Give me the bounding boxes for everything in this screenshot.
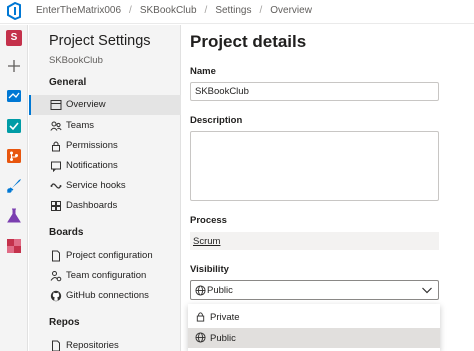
nav-item-label: Project configuration — [66, 250, 153, 261]
nav-item-label: Service hooks — [66, 180, 126, 191]
nav-item-label: Dashboards — [66, 200, 118, 211]
page-title: Project details — [190, 32, 307, 51]
repos-app-icon[interactable] — [5, 147, 23, 165]
test-plans-app-icon[interactable] — [5, 207, 23, 225]
nav-item-overview[interactable]: Overview — [29, 95, 181, 115]
visibility-options-list: Private Public — [188, 304, 440, 351]
nav-item-label: Teams — [66, 120, 94, 131]
nav-item-label: Team configuration — [66, 270, 147, 281]
azure-devops-logo-icon[interactable] — [6, 2, 22, 20]
dashboard-icon — [51, 201, 61, 211]
nav-item-notifications[interactable]: Notifications — [29, 156, 181, 176]
nav-title: Project Settings — [49, 33, 151, 49]
breadcrumb-separator: / — [204, 5, 208, 16]
overview-icon — [50, 100, 62, 110]
boards-app-icon[interactable] — [5, 117, 23, 135]
globe-icon — [195, 285, 206, 296]
breadcrumb-organization[interactable]: EnterTheMatrix006 — [36, 5, 121, 16]
project-avatar[interactable]: S — [6, 30, 22, 46]
document-icon — [52, 250, 60, 262]
overview-app-icon[interactable] — [5, 87, 23, 105]
nav-item-label: Repositories — [66, 340, 119, 351]
lock-icon — [52, 141, 60, 152]
breadcrumb-separator: / — [129, 5, 132, 16]
nav-item-service-hooks[interactable]: Service hooks — [29, 176, 181, 196]
visibility-dropdown[interactable]: Public — [190, 280, 439, 300]
chevron-down-icon — [422, 287, 432, 294]
description-label: Description — [190, 115, 243, 126]
breadcrumb-overview[interactable]: Overview — [270, 5, 312, 16]
globe-icon — [195, 332, 206, 343]
visibility-label: Visibility — [190, 264, 229, 275]
teams-icon — [50, 121, 62, 131]
option-label: Private — [210, 312, 240, 323]
process-label: Process — [190, 215, 227, 226]
service-hooks-icon — [50, 183, 62, 189]
document-icon — [52, 340, 60, 351]
app-rail: S — [0, 25, 28, 351]
breadcrumb: EnterTheMatrix006 / SKBookClub / Settings / Ov… — [36, 5, 312, 16]
lock-icon — [196, 312, 205, 322]
visibility-selected-value: Public — [207, 285, 233, 296]
team-config-icon — [50, 271, 62, 282]
process-field: Scrum — [190, 232, 439, 250]
add-icon[interactable] — [5, 57, 23, 75]
nav-item-github-connections[interactable]: GitHub connections — [29, 286, 181, 306]
github-icon — [50, 290, 62, 302]
nav-item-project-configuration[interactable]: Project configuration — [29, 246, 181, 266]
notification-icon — [51, 161, 61, 172]
breadcrumb-project[interactable]: SKBookClub — [140, 5, 197, 16]
nav-section-boards: Boards — [49, 227, 84, 238]
visibility-option-private[interactable]: Private — [188, 307, 440, 327]
description-field[interactable] — [190, 131, 439, 201]
breadcrumb-separator: / — [259, 5, 263, 16]
nav-item-label: Permissions — [66, 140, 118, 151]
process-link[interactable]: Scrum — [193, 236, 220, 247]
nav-section-repos: Repos — [49, 317, 80, 328]
nav-item-team-configuration[interactable]: Team configuration — [29, 266, 181, 286]
nav-section-general: General — [49, 77, 87, 88]
name-label: Name — [190, 66, 216, 77]
visibility-option-public[interactable]: Public — [188, 328, 440, 348]
main-content: Project details Name SKBookClub Descript… — [182, 25, 474, 351]
breadcrumb-settings[interactable]: Settings — [215, 5, 251, 16]
nav-item-repositories[interactable]: Repositories — [29, 336, 181, 351]
artifacts-app-icon[interactable] — [5, 237, 23, 255]
nav-item-label: Notifications — [66, 160, 118, 171]
nav-project-name: SKBookClub — [49, 55, 103, 66]
nav-item-dashboards[interactable]: Dashboards — [29, 196, 181, 216]
option-label: Public — [210, 333, 236, 344]
nav-item-label: GitHub connections — [66, 290, 149, 301]
top-bar: EnterTheMatrix006 / SKBookClub / Settings / Ov… — [0, 0, 474, 24]
nav-item-permissions[interactable]: Permissions — [29, 136, 181, 156]
name-field[interactable]: SKBookClub — [190, 82, 439, 101]
nav-item-label: Overview — [66, 99, 106, 110]
settings-nav: Project Settings SKBookClub General Over… — [29, 25, 181, 351]
pipelines-app-icon[interactable] — [5, 177, 23, 195]
nav-item-teams[interactable]: Teams — [29, 116, 181, 136]
